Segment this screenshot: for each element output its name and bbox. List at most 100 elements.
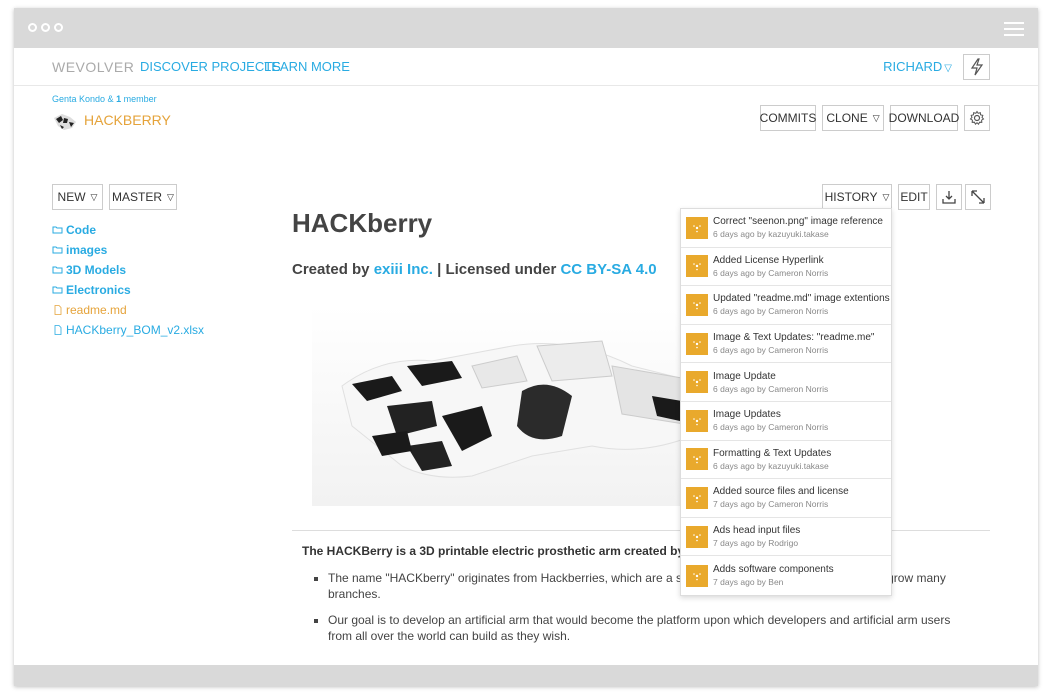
commits-button-label: COMMITS xyxy=(759,111,817,125)
commit-icon xyxy=(686,332,708,355)
folder-label: 3D Models xyxy=(66,263,127,277)
file-tree: Code images 3D Models Electronics readme… xyxy=(52,220,252,340)
commit-meta: 6 days ago by Cameron Norris xyxy=(713,345,829,356)
folder-icon xyxy=(52,246,63,254)
top-navbar: WEVOLVER DISCOVER PROJECTS LEARN MORE RI… xyxy=(14,48,1038,86)
commit-item[interactable]: Adds software components 7 days ago by Be… xyxy=(681,556,891,595)
commit-item[interactable]: Image Update 6 days ago by Cameron Norris xyxy=(681,363,891,402)
settings-button[interactable] xyxy=(964,105,990,131)
commit-icon xyxy=(686,525,708,548)
commit-message: Image Update xyxy=(713,370,776,382)
folder-label: Electronics xyxy=(66,283,131,297)
repo-members[interactable]: Genta Kondo & 1 member xyxy=(52,94,171,104)
download-file-button[interactable] xyxy=(936,184,962,210)
license-link[interactable]: CC BY-SA 4.0 xyxy=(560,261,656,278)
folder-icon xyxy=(52,266,63,274)
download-icon xyxy=(942,191,956,204)
user-name: RICHARD xyxy=(883,59,943,74)
commit-item[interactable]: Formatting & Text Updates 6 days ago by k… xyxy=(681,441,891,480)
repo-header: Genta Kondo & 1 member HACKBERRY xyxy=(52,94,171,132)
license-prefix: | Licensed under xyxy=(432,261,561,278)
fullscreen-button[interactable] xyxy=(965,184,991,210)
branch-select[interactable]: MASTER ▽ xyxy=(109,184,177,210)
commit-meta: 7 days ago by Rodrigo xyxy=(713,538,799,549)
file-tree-file[interactable]: readme.md xyxy=(52,300,252,320)
commits-button[interactable]: COMMITS xyxy=(760,105,816,131)
history-button[interactable]: HISTORY ▽ xyxy=(822,184,892,210)
chevron-down-icon: ▽ xyxy=(90,191,98,202)
chevron-down-icon: ▽ xyxy=(882,191,890,202)
member-word: member xyxy=(123,94,157,104)
commit-message: Added License Hyperlink xyxy=(713,254,824,266)
member-count: 1 xyxy=(116,94,122,104)
commit-message: Formatting & Text Updates xyxy=(713,447,832,459)
commit-message: Image & Text Updates: "readme.me" xyxy=(713,332,875,344)
clone-button[interactable]: CLONE ▽ xyxy=(822,105,884,131)
bolt-icon[interactable] xyxy=(963,54,990,80)
file-icon xyxy=(54,305,62,315)
commit-item[interactable]: Image & Text Updates: "readme.me" 6 days … xyxy=(681,325,891,364)
hamburger-icon[interactable] xyxy=(1004,22,1024,40)
commit-icon xyxy=(686,448,708,471)
commit-icon xyxy=(686,255,708,278)
file-label: HACKberry_BOM_v2.xlsx xyxy=(66,323,205,337)
download-button[interactable]: DOWNLOAD xyxy=(888,105,960,131)
commit-meta: 7 days ago by Ben xyxy=(713,577,784,588)
commit-meta: 7 days ago by Cameron Norris xyxy=(713,499,829,510)
download-button-label: DOWNLOAD xyxy=(888,111,960,125)
file-tree-file[interactable]: HACKberry_BOM_v2.xlsx xyxy=(52,320,252,340)
commit-message: Image Updates xyxy=(713,409,781,421)
window-footer xyxy=(14,665,1038,686)
commit-meta: 6 days ago by kazuyuki.takase xyxy=(713,460,829,471)
folder-icon xyxy=(52,226,63,234)
file-tree-folder[interactable]: images xyxy=(52,240,252,260)
commit-meta: 6 days ago by Cameron Norris xyxy=(713,306,829,317)
commit-item[interactable]: Correct "seenon.png" image reference 6 da… xyxy=(681,209,891,248)
commit-item[interactable]: Updated "readme.md" image extentions 6 da… xyxy=(681,286,891,325)
chevron-down-icon: ▽ xyxy=(872,112,880,123)
commit-meta: 6 days ago by Cameron Norris xyxy=(713,422,829,433)
commit-item[interactable]: Ads head input files 7 days ago by Rodrig… xyxy=(681,518,891,557)
commit-icon xyxy=(686,371,708,394)
commit-icon xyxy=(686,564,708,587)
clone-button-label: CLONE xyxy=(826,111,868,125)
folder-label: images xyxy=(66,243,108,257)
file-label: readme.md xyxy=(66,303,127,317)
expand-icon xyxy=(971,190,985,204)
window-dots-icon xyxy=(28,23,63,32)
readme-intro: The HACKBerry is a 3D printable electric… xyxy=(302,544,711,558)
commit-meta: 6 days ago by kazuyuki.takase xyxy=(713,229,829,240)
commit-message: Updated "readme.md" image extentions xyxy=(713,293,890,305)
creator-link[interactable]: exiii Inc. xyxy=(374,261,433,278)
edit-button[interactable]: EDIT xyxy=(898,184,930,210)
new-button[interactable]: NEW ▽ xyxy=(52,184,103,210)
created-prefix: Created by xyxy=(292,261,374,278)
branch-select-label: MASTER xyxy=(112,190,163,204)
list-item: Our goal is to develop an artificial arm… xyxy=(328,612,972,644)
commit-meta: 6 days ago by Cameron Norris xyxy=(713,267,829,278)
history-dropdown: Correct "seenon.png" image reference 6 da… xyxy=(680,208,892,596)
nav-link-learn-more[interactable]: LEARN MORE xyxy=(264,59,350,74)
history-button-label: HISTORY xyxy=(824,190,878,204)
chevron-down-icon: ▽ xyxy=(944,63,952,74)
new-button-label: NEW xyxy=(57,190,86,204)
nav-link-discover-projects[interactable]: DISCOVER PROJECTS xyxy=(140,59,281,74)
repo-title: HACKBERRY xyxy=(52,108,171,132)
file-tree-folder[interactable]: Electronics xyxy=(52,280,252,300)
file-tree-folder[interactable]: 3D Models xyxy=(52,260,252,280)
repo-name[interactable]: HACKBERRY xyxy=(84,112,171,128)
commit-icon xyxy=(686,293,708,316)
hackberry-hand-image xyxy=(312,306,712,506)
browser-window: WEVOLVER DISCOVER PROJECTS LEARN MORE RI… xyxy=(14,8,1038,686)
edit-button-label: EDIT xyxy=(900,190,928,204)
commit-item[interactable]: Added License Hyperlink 6 days ago by Cam… xyxy=(681,248,891,287)
file-tree-folder[interactable]: Code xyxy=(52,220,252,240)
commit-item[interactable]: Added source files and license 7 days ago… xyxy=(681,479,891,518)
file-icon xyxy=(54,325,62,335)
user-menu[interactable]: RICHARD ▽ xyxy=(883,59,952,74)
gear-icon xyxy=(969,110,985,126)
commit-icon xyxy=(686,486,708,509)
commit-item[interactable]: Image Updates 6 days ago by Cameron Norri… xyxy=(681,402,891,441)
window-chrome xyxy=(14,8,1038,48)
brand-logo[interactable]: WEVOLVER xyxy=(52,59,134,75)
